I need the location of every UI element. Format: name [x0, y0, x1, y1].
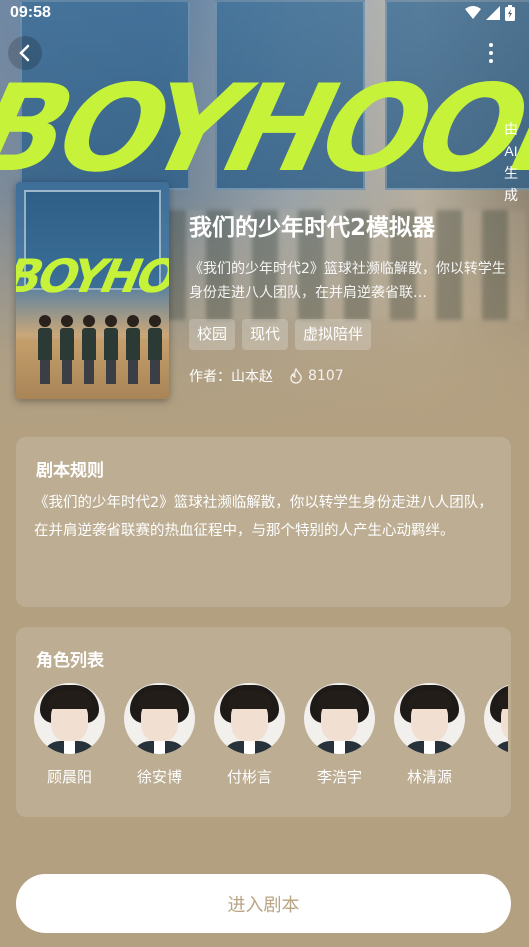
cover-figure	[148, 315, 162, 385]
avatar	[484, 683, 508, 754]
cover-figure	[82, 315, 96, 385]
cover-figure	[126, 315, 140, 385]
rules-card: 剧本规则 《我们的少年时代2》篮球社濒临解散，你以转学生身份走进八人团队，在并肩…	[16, 437, 511, 607]
author-name[interactable]: 山本赵	[231, 366, 273, 386]
cover-logo: BOYHOOD2	[16, 249, 169, 302]
cover-figure	[104, 315, 118, 385]
character-name: 徐安博	[136, 768, 182, 786]
characters-title: 角色列表	[36, 651, 104, 671]
character-item[interactable]: 李浩宇	[304, 683, 375, 793]
character-item[interactable]: 顾晨阳	[34, 683, 105, 793]
flame-icon	[290, 368, 302, 384]
more-dot-icon	[489, 51, 493, 55]
status-time: 09:58	[10, 4, 51, 21]
status-icons	[465, 5, 515, 21]
story-description: 《我们的少年时代2》篮球社濒临解散，你以转学生身份走进八人团队，在并肩逆袭省联…	[189, 261, 506, 301]
heat-value: 8107	[308, 368, 344, 384]
character-list[interactable]: 顾晨阳 徐安博 付彬言 李浩宇 林清源	[34, 683, 508, 793]
avatar	[34, 683, 105, 754]
cover-figure	[38, 315, 52, 385]
heat-count: 8107	[289, 368, 344, 384]
story-title: 我们的少年时代2模拟器	[189, 215, 436, 241]
avatar	[124, 683, 195, 754]
character-name: 林清源	[406, 768, 452, 786]
rules-text: 《我们的少年时代2》篮球社濒临解散，你以转学生身份走进八人团队，在并肩逆袭省联赛…	[34, 495, 493, 539]
wifi-icon	[465, 6, 481, 19]
tag[interactable]: 现代	[242, 319, 289, 350]
more-dot-icon	[489, 43, 493, 47]
chevron-left-icon	[19, 44, 30, 62]
avatar	[214, 683, 285, 754]
character-name: 付彬言	[226, 768, 272, 786]
character-name: 李浩宇	[316, 768, 362, 786]
back-button[interactable]	[8, 36, 42, 70]
svg-text:BOYHOOD2: BOYHOOD2	[16, 249, 169, 302]
character-name: 顾晨阳	[46, 768, 92, 786]
story-cover: BOYHOOD2	[16, 182, 169, 399]
character-item[interactable]	[484, 683, 508, 793]
rules-title: 剧本规则	[36, 461, 104, 481]
signal-icon	[486, 6, 500, 20]
ai-generated-label: 由 AI 生 成	[504, 121, 518, 203]
character-item[interactable]: 徐安博	[124, 683, 195, 793]
avatar	[304, 683, 375, 754]
svg-text:BOYHOOD2: BOYHOOD2	[0, 59, 529, 199]
story-tags: 校园 现代 虚拟陪伴	[189, 319, 372, 350]
more-dot-icon	[489, 59, 493, 63]
enter-script-button[interactable]: 进入剧本	[16, 874, 511, 933]
tag[interactable]: 虚拟陪伴	[295, 319, 372, 350]
author-label: 作者：	[189, 369, 231, 385]
tag[interactable]: 校园	[189, 319, 236, 350]
battery-icon	[505, 5, 515, 21]
story-meta: 作者： 山本赵 8107	[189, 366, 344, 386]
characters-card: 角色列表 顾晨阳 徐安博 付彬言 李浩宇 林清源	[16, 627, 511, 817]
character-item[interactable]: 付彬言	[214, 683, 285, 793]
character-item[interactable]: 林清源	[394, 683, 465, 793]
more-button[interactable]	[476, 36, 506, 70]
cover-figure	[60, 315, 74, 385]
avatar	[394, 683, 465, 754]
status-bar: 09:58	[0, 0, 529, 26]
